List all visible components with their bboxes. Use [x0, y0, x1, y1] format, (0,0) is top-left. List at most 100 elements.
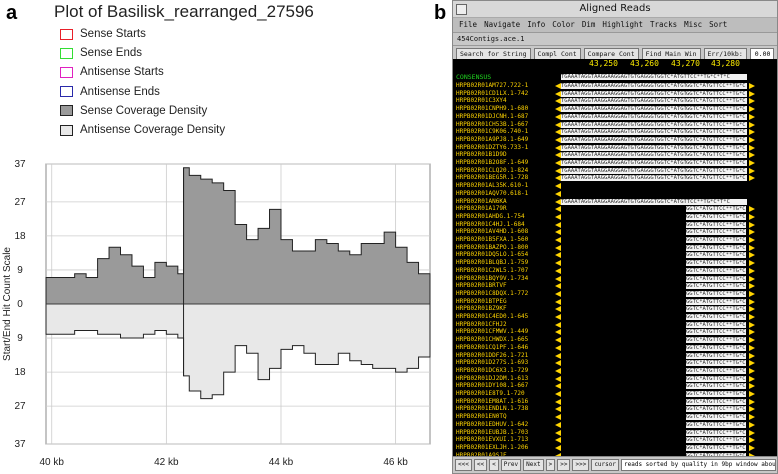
y-tick-label: 27	[14, 401, 26, 412]
read-direction-icon	[555, 321, 561, 328]
read-name: HRPB02R01C9K06.740-1	[456, 128, 529, 136]
read-direction-icon	[555, 429, 561, 436]
read-end-icon	[749, 283, 755, 290]
read-sequence-right: GGTC*ATGTTCC**TG*C*T*C	[686, 398, 746, 405]
nav-button[interactable]: >>>	[572, 459, 590, 471]
nav-button[interactable]: >	[545, 459, 556, 471]
read-direction-icon	[555, 367, 561, 374]
consensus-sequence: TGAAATAGGTAAGGAAGGAGTGTGAGGGTGGTC*ATGTTC…	[561, 74, 747, 80]
read-end-icon	[749, 267, 755, 274]
read-name: HRPB02R01CNPH9.1-680	[456, 105, 529, 113]
read-name: HRPB02R01AL35K.610-1	[456, 182, 529, 190]
legend-item: Sense Coverage Density	[60, 104, 207, 118]
read-direction-icon	[555, 206, 561, 213]
menu-item[interactable]: Sort	[709, 18, 727, 32]
menu-item[interactable]: File	[459, 18, 477, 32]
x-tick-label: 44 kb	[269, 457, 294, 468]
ruler-label: 43,280	[711, 59, 740, 68]
nav-button[interactable]: Prev	[500, 459, 522, 471]
window-titlebar[interactable]: Aligned Reads	[453, 1, 777, 18]
consensus-row[interactable]: CONSENSUS TGAAATAGGTAAGGAAGGAGTGTGAGGGTGG…	[453, 73, 777, 81]
nav-button[interactable]: <<<	[455, 459, 472, 471]
read-direction-icon	[555, 437, 561, 444]
read-name: HRPB02R01A9PJ8.1-649	[456, 135, 529, 143]
legend-item: Antisense Coverage Density	[60, 123, 225, 137]
position-ruler: 43,250 43,260 43,270 43,280	[453, 59, 777, 71]
read-name: HRPB02R01CFMWV.1-449	[456, 328, 529, 336]
read-name: HRPB02R01DQ5LO.1-654	[456, 251, 529, 259]
x-tick-label: 40 kb	[39, 457, 64, 468]
legend-swatch	[60, 86, 73, 98]
read-end-icon	[749, 360, 755, 367]
nav-button[interactable]: >>	[557, 459, 571, 471]
read-name: HRPB02R01C3XY4	[456, 97, 507, 105]
read-name: HRPB02R01BTPEG	[456, 297, 507, 305]
window-close-icon[interactable]	[456, 4, 467, 15]
read-end-icon	[749, 83, 755, 89]
read-sequence-right: GGTC*ATGTTCC**TG*C*T*C	[686, 429, 746, 436]
read-end-icon	[749, 129, 755, 136]
read-direction-icon	[555, 252, 561, 259]
read-direction-icon	[555, 421, 561, 428]
nav-button[interactable]: Next	[523, 459, 544, 471]
read-name: HRPB02R01BZ9KF	[456, 305, 507, 313]
aligned-reads-window: Aligned Reads File Navigate Info Color Dim Hi…	[452, 0, 778, 474]
status-message: reads sorted by quality in 9bp window ab…	[621, 459, 776, 471]
read-end-icon	[749, 206, 755, 213]
y-tick-label: 37	[14, 160, 26, 170]
reads-area[interactable]: CONSENSUS TGAAATAGGTAAGGAAGGAGTGTGAGGGTGG…	[453, 71, 777, 457]
read-end-icon	[749, 121, 755, 128]
read-end-icon	[749, 429, 755, 436]
read-direction-icon	[555, 229, 561, 236]
legend-label: Antisense Coverage Density	[80, 124, 226, 136]
read-name: HRPB02R01BAZPO.1-800	[456, 243, 529, 251]
ruler-label: 43,260	[630, 59, 659, 68]
menu-item[interactable]: Dim	[582, 18, 596, 32]
read-name: HRPB02R01EUBJB.1-703	[456, 428, 529, 436]
read-end-icon	[749, 106, 755, 113]
menu-item[interactable]: Highlight	[602, 18, 643, 32]
read-direction-icon	[555, 275, 561, 282]
legend-label: Sense Coverage Density	[80, 104, 208, 117]
read-sequence-right: GGTC*ATGTTCC**TG*C*T*C	[686, 229, 746, 236]
x-tick-label: 42 kb	[154, 457, 179, 468]
read-direction-icon	[555, 444, 561, 451]
read-name: HRPB02R01B1D9D	[456, 151, 507, 159]
read-direction-icon	[555, 183, 561, 190]
menu-bar: File Navigate Info Color Dim Highlight Tracks M…	[453, 18, 777, 32]
read-sequence-right: GGTC*ATGTTCC**TG*C*T*C	[686, 352, 746, 359]
window-title: Aligned Reads	[579, 3, 651, 14]
read-sequence-right: GGTC*ATGTTCC**TG*C*T*C	[686, 252, 746, 259]
read-direction-icon	[555, 237, 561, 243]
read-direction-icon	[555, 383, 561, 390]
nav-button[interactable]: <	[489, 459, 499, 471]
y-tick-label: 37	[14, 439, 26, 450]
legend-swatch	[60, 105, 73, 117]
read-end-icon	[749, 175, 755, 182]
read-end-icon	[749, 329, 755, 336]
read-name: HRPB02R01CFHJ2	[456, 320, 507, 328]
read-direction-icon	[555, 314, 561, 320]
menu-item[interactable]: Color	[552, 18, 575, 32]
y-tick-label: 9	[17, 333, 23, 344]
nav-button[interactable]: <<	[473, 459, 488, 471]
consensus-label: CONSENSUS	[456, 73, 492, 81]
menu-item[interactable]: Navigate	[484, 18, 520, 32]
read-sequence-right: GGTC*ATGTTCC**TG*C*T*C	[686, 167, 746, 174]
menu-item[interactable]: Misc	[684, 18, 702, 32]
read-direction-icon	[555, 260, 561, 267]
read-direction-icon	[555, 329, 561, 336]
read-sequence-right: GGTC*ATGTTCC**TG*C*T*C	[686, 337, 746, 344]
read-name: HRPB02R01CHWDX.1-665	[456, 336, 529, 344]
read-end-icon	[749, 337, 755, 344]
read-end-icon	[749, 437, 755, 444]
read-name: HRPB02R01DJ2DM.1-613	[456, 374, 529, 382]
read-end-icon	[749, 352, 755, 359]
legend-label: Antisense Ends	[80, 85, 160, 98]
read-end-icon	[749, 314, 755, 320]
read-end-icon	[749, 160, 755, 166]
nav-button[interactable]: cursor	[591, 459, 619, 471]
read-name: HRPB02R01A179R	[456, 205, 507, 213]
menu-item[interactable]: Tracks	[650, 18, 677, 32]
menu-item[interactable]: Info	[527, 18, 545, 32]
